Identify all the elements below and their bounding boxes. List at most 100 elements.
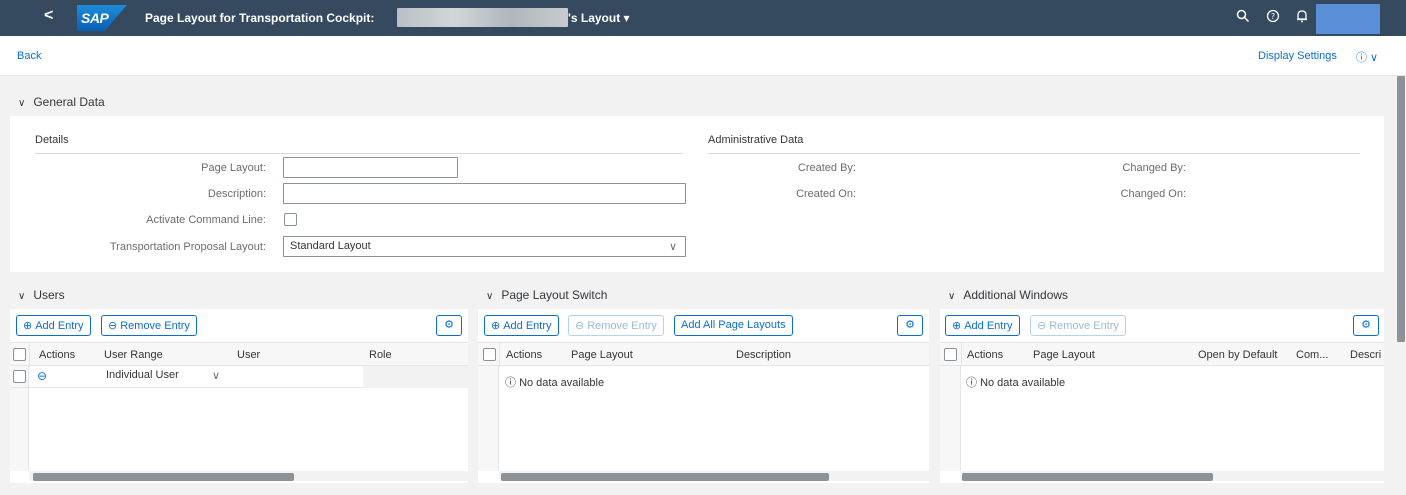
no-data-text: No data available <box>980 377 1066 389</box>
table-row[interactable]: ⊖ Individual User ∨ <box>10 366 468 388</box>
windows-add-entry-button[interactable]: ⊕ Add Entry <box>945 315 1020 336</box>
info-icon: ⓘ <box>966 377 981 389</box>
add-all-page-layouts-button[interactable]: Add All Page Layouts <box>674 315 793 336</box>
chevron-down-icon: ∨ <box>948 291 956 302</box>
created-on-label: Created On: <box>796 188 856 200</box>
activate-command-line-checkbox[interactable] <box>284 213 297 226</box>
title-suffix-text: 's Layout <box>568 11 621 25</box>
changed-by-label: Changed By: <box>1122 162 1186 174</box>
column-header-actions[interactable]: Actions <box>506 349 542 361</box>
user-range-select[interactable]: Individual User ∨ <box>100 366 228 387</box>
page-layout-label: Page Layout: <box>201 162 266 174</box>
column-header-role[interactable]: Role <box>369 349 392 361</box>
display-settings-link[interactable]: Display Settings <box>1258 50 1337 62</box>
avatar[interactable] <box>1316 4 1380 34</box>
column-header-page-layout[interactable]: Page Layout <box>571 349 633 361</box>
column-header-user-range[interactable]: User Range <box>104 349 163 361</box>
add-entry-label: Add Entry <box>964 320 1013 332</box>
row-selector-column <box>478 366 499 471</box>
chevron-down-icon: ∨ <box>486 291 494 302</box>
users-title: Users <box>33 288 65 302</box>
switch-remove-entry-button[interactable]: ⊖ Remove Entry <box>568 315 664 336</box>
users-add-entry-button[interactable]: ⊕ Add Entry <box>16 315 91 336</box>
column-header-actions[interactable]: Actions <box>967 349 1003 361</box>
svg-text:?: ? <box>1271 12 1275 21</box>
details-title: Details <box>35 134 69 146</box>
shell-bar: < SAP Page Layout for Transportation Coc… <box>0 0 1406 36</box>
switch-settings-gear-icon[interactable]: ⚙ <box>897 315 923 336</box>
user-range-value: Individual User <box>106 369 179 381</box>
tp-layout-select[interactable]: Standard Layout ∨ <box>283 236 686 257</box>
scrollbar-thumb[interactable] <box>33 473 294 481</box>
additional-windows-title: Additional Windows <box>963 288 1069 302</box>
switch-select-all-checkbox[interactable] <box>483 348 496 361</box>
row-selector-column <box>940 366 961 471</box>
windows-horizontal-scrollbar[interactable] <box>961 471 1384 481</box>
users-remove-entry-button[interactable]: ⊖ Remove Entry <box>101 315 197 336</box>
add-entry-label: Add Entry <box>35 320 84 332</box>
column-header-page-layout[interactable]: Page Layout <box>1033 349 1095 361</box>
no-data-text: No data available <box>519 377 605 389</box>
additional-windows-table: ⊕ Add Entry ⊖ Remove Entry ⚙ Actions Page … <box>940 309 1384 483</box>
scrollbar-thumb[interactable] <box>1397 76 1405 342</box>
column-header-open-by-default[interactable]: Open by Default <box>1198 349 1278 361</box>
column-header-com[interactable]: Com... <box>1296 349 1328 361</box>
scrollbar-thumb[interactable] <box>962 473 1213 481</box>
add-icon: ⊕ <box>491 320 501 332</box>
column-header-actions[interactable]: Actions <box>39 349 75 361</box>
page-layout-input[interactable] <box>283 157 458 178</box>
general-data-header[interactable]: ∨ General Data <box>18 95 105 109</box>
users-header[interactable]: ∨ Users <box>18 288 65 302</box>
app-title-suffix[interactable]: 's Layout ▾ <box>568 11 630 25</box>
page-layout-switch-title: Page Layout Switch <box>501 288 608 302</box>
column-separator <box>29 343 30 367</box>
sub-header: Back Display Settings ⓘ ∨ <box>0 36 1406 76</box>
chevron-down-icon: ∨ <box>211 370 220 382</box>
users-table-header: Actions User Range User Role <box>10 342 468 367</box>
windows-remove-entry-button[interactable]: ⊖ Remove Entry <box>1030 315 1126 336</box>
windows-select-all-checkbox[interactable] <box>944 348 957 361</box>
add-icon: ⊕ <box>952 320 962 332</box>
switch-add-entry-button[interactable]: ⊕ Add Entry <box>484 315 559 336</box>
chevron-down-icon: ▾ <box>623 11 630 25</box>
column-header-user[interactable]: User <box>237 349 260 361</box>
windows-settings-gear-icon[interactable]: ⚙ <box>1353 315 1379 336</box>
chevron-down-icon: ∨ <box>18 291 26 302</box>
created-by-label: Created By: <box>797 162 856 174</box>
description-input[interactable] <box>283 183 686 204</box>
remove-row-icon[interactable]: ⊖ <box>37 369 47 383</box>
back-link[interactable]: Back <box>17 50 41 62</box>
vertical-scrollbar[interactable] <box>1396 76 1406 495</box>
back-nav-button[interactable]: < <box>44 7 53 25</box>
details-divider <box>35 153 683 154</box>
users-horizontal-scrollbar[interactable] <box>29 471 468 481</box>
tp-layout-label: Transportation Proposal Layout: <box>109 241 266 253</box>
users-table: ⊕ Add Entry ⊖ Remove Entry ⚙ Actions User … <box>10 309 468 483</box>
help-menu-icon[interactable]: ⓘ ∨ <box>1356 49 1378 65</box>
remove-entry-label: Remove Entry <box>120 320 190 332</box>
users-select-all-checkbox[interactable] <box>13 348 26 361</box>
sap-logo: SAP <box>77 5 127 31</box>
column-header-description[interactable]: Description <box>736 349 791 361</box>
add-icon: ⊕ <box>23 320 33 332</box>
switch-horizontal-scrollbar[interactable] <box>499 471 929 481</box>
general-data-title: General Data <box>33 95 105 109</box>
column-separator <box>961 343 962 365</box>
page-layout-switch-table: ⊕ Add Entry ⊖ Remove Entry Add All Page La… <box>478 309 929 483</box>
admin-divider <box>708 153 1360 154</box>
column-header-description[interactable]: Descri <box>1350 349 1381 361</box>
scrollbar-thumb[interactable] <box>501 473 829 481</box>
chevron-down-icon: ∨ <box>668 241 677 253</box>
info-icon: ⓘ <box>505 377 520 389</box>
additional-windows-header[interactable]: ∨ Additional Windows <box>948 288 1068 302</box>
page-layout-switch-header[interactable]: ∨ Page Layout Switch <box>486 288 607 302</box>
no-data-message: ⓘ No data available <box>505 374 604 390</box>
users-settings-gear-icon[interactable]: ⚙ <box>436 315 462 336</box>
column-separator <box>499 343 500 367</box>
row-select-checkbox[interactable] <box>13 370 26 383</box>
user-input[interactable] <box>230 366 361 387</box>
search-icon[interactable] <box>1236 9 1250 26</box>
remove-entry-label: Remove Entry <box>587 320 657 332</box>
help-icon[interactable]: ? <box>1266 9 1280 26</box>
notification-icon[interactable] <box>1295 9 1309 26</box>
